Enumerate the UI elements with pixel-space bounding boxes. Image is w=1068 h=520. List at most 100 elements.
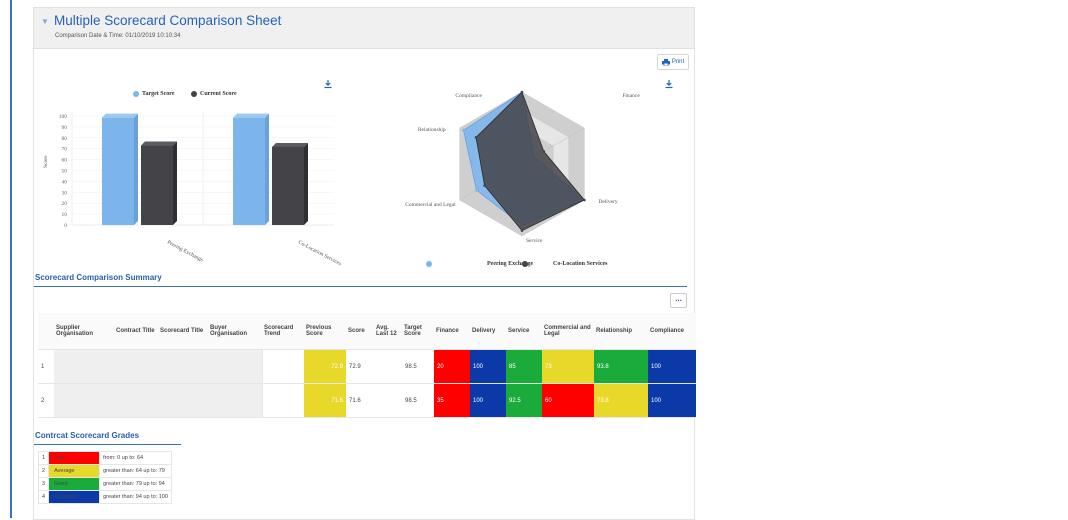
table-row[interactable]: 1 72.9 72.9 98.5 20 100 85 73 93.8 100 (38, 349, 696, 384)
column-header[interactable]: Service (506, 313, 542, 350)
x-category-label: Co-Location Services (297, 239, 342, 267)
y-tick-label: 70 (62, 147, 68, 153)
score-cell: 71.6 (346, 383, 374, 418)
y-tick-label: 80 (62, 136, 68, 142)
print-button[interactable]: Print (657, 54, 689, 70)
legend-current-label[interactable]: Current Score (200, 91, 237, 97)
column-header[interactable]: Avg. Last 12 (374, 313, 402, 350)
column-header[interactable]: Target Score (402, 313, 434, 350)
grade-row: 3 Good greater than: 79 up to: 94 (37, 477, 172, 491)
column-header[interactable]: Contract Title (114, 313, 158, 350)
finance-cell: 20 (434, 349, 470, 384)
bar-target (233, 117, 265, 225)
radar-axis-label: Compliance (455, 93, 482, 99)
radar-point (483, 184, 486, 187)
scorecard-trend-cell (261, 349, 304, 384)
masked-cell (54, 349, 262, 384)
column-header[interactable]: Score (346, 313, 374, 350)
bar-chart-download-icon[interactable] (323, 79, 333, 89)
y-tick-label: 30 (62, 190, 68, 196)
y-tick-label: 10 (62, 212, 68, 218)
left-accent-rule (10, 0, 12, 518)
relationship-cell: 73.8 (594, 383, 648, 418)
radar-axis-label: Service (526, 238, 543, 244)
panel-header: ▼ Multiple Scorecard Comparison Sheet Co… (34, 8, 694, 49)
score-cell: 72.9 (346, 349, 374, 384)
print-label: Print (671, 59, 685, 65)
y-tick-label: 60 (62, 158, 68, 164)
bar-target (102, 117, 134, 225)
grade-excellent: Excellent (48, 490, 101, 504)
radar-point (583, 198, 586, 202)
commercial-legal-cell: 60 (542, 383, 594, 418)
column-header[interactable]: Commercial and Legal (542, 313, 594, 350)
bar-side (134, 113, 138, 225)
summary-section-rule (34, 286, 687, 287)
delivery-cell: 100 (470, 349, 506, 384)
table-row[interactable]: 2 71.6 71.6 98.5 35 100 92.5 60 73.8 100 (38, 383, 696, 418)
grade-range: from: 0 up to: 64 (99, 451, 172, 465)
bar-current (141, 145, 173, 225)
commercial-legal-cell: 73 (542, 349, 594, 384)
target-score-cell: 98.5 (402, 349, 434, 384)
legend-colocation-marker (522, 261, 528, 267)
collapse-caret-icon[interactable]: ▼ (41, 17, 49, 26)
radar-point (520, 90, 524, 94)
bar-chart: Score 1009080706050403020100 Peering Exc… (43, 112, 342, 267)
compliance-cell: 100 (648, 383, 696, 418)
legend-target-label[interactable]: Target Score (142, 91, 175, 97)
bar-chart-ylabel: Score (43, 155, 49, 168)
column-header[interactable]: Scorecard Trend (262, 313, 304, 350)
grade-poor: Poor (48, 451, 101, 465)
bar-top (141, 141, 177, 146)
column-header[interactable]: Supplier Organisation (54, 313, 114, 350)
bar-side (304, 142, 308, 225)
grade-range: greater than: 79 up to: 94 (99, 477, 172, 491)
x-category-label: Peering Exchange (166, 239, 205, 263)
previous-score-cell: 72.9 (304, 349, 346, 384)
legend-peering-marker (426, 261, 432, 267)
page-title: Multiple Scorecard Comparison Sheet (54, 13, 282, 28)
radar-axis-label: Relationship (418, 127, 446, 133)
column-header[interactable]: Scorecard Title (158, 313, 208, 350)
avg-last-12-cell (374, 383, 402, 418)
relationship-cell: 93.8 (594, 349, 648, 384)
grade-number: 4 (37, 490, 50, 504)
bar-top (233, 113, 269, 118)
bar-side (265, 113, 269, 225)
radar-axis-label: Delivery (598, 199, 617, 205)
grade-good: Good (48, 477, 101, 491)
avg-last-12-cell (374, 349, 402, 384)
legend-current-marker (191, 91, 197, 97)
column-header[interactable]: Delivery (470, 313, 506, 350)
radar-point (474, 136, 478, 139)
column-header[interactable]: Previous Score (304, 313, 346, 350)
radar-point (520, 229, 524, 232)
grade-row: 4 Excellent greater than: 94 up to: 100 (37, 490, 172, 504)
comparison-panel: ▼ Multiple Scorecard Comparison Sheet Co… (33, 7, 696, 520)
bar-current (272, 146, 304, 225)
grades-section-rule (34, 444, 181, 445)
row-number: 1 (38, 349, 54, 384)
summary-section-title: Scorecard Comparison Summary (35, 273, 162, 282)
service-cell: 85 (506, 349, 542, 384)
more-options-button[interactable]: ... (670, 293, 687, 308)
compliance-cell: 100 (648, 349, 696, 384)
scorecard-trend-cell (261, 383, 304, 418)
table-header-row: Supplier Organisation Contract Title Sco… (38, 313, 696, 350)
radar-axis-label: Commercial and Legal (405, 202, 456, 208)
grade-row: 1 Poor from: 0 up to: 64 (37, 451, 172, 465)
grade-average: Average (48, 464, 101, 478)
y-tick-label: 0 (64, 223, 67, 229)
column-header[interactable]: Compliance (648, 313, 696, 350)
grade-number: 2 (37, 464, 50, 478)
y-tick-label: 20 (62, 201, 68, 207)
masked-cell (54, 383, 262, 418)
printer-icon (661, 58, 670, 66)
column-header[interactable]: Buyer Organisation (208, 313, 262, 350)
column-header[interactable]: Finance (434, 313, 470, 350)
column-header[interactable]: Relationship (594, 313, 648, 350)
legend-colocation-label[interactable]: Co-Location Services (553, 261, 608, 267)
target-score-cell: 98.5 (402, 383, 434, 418)
summary-table: Supplier Organisation Contract Title Sco… (38, 313, 696, 418)
